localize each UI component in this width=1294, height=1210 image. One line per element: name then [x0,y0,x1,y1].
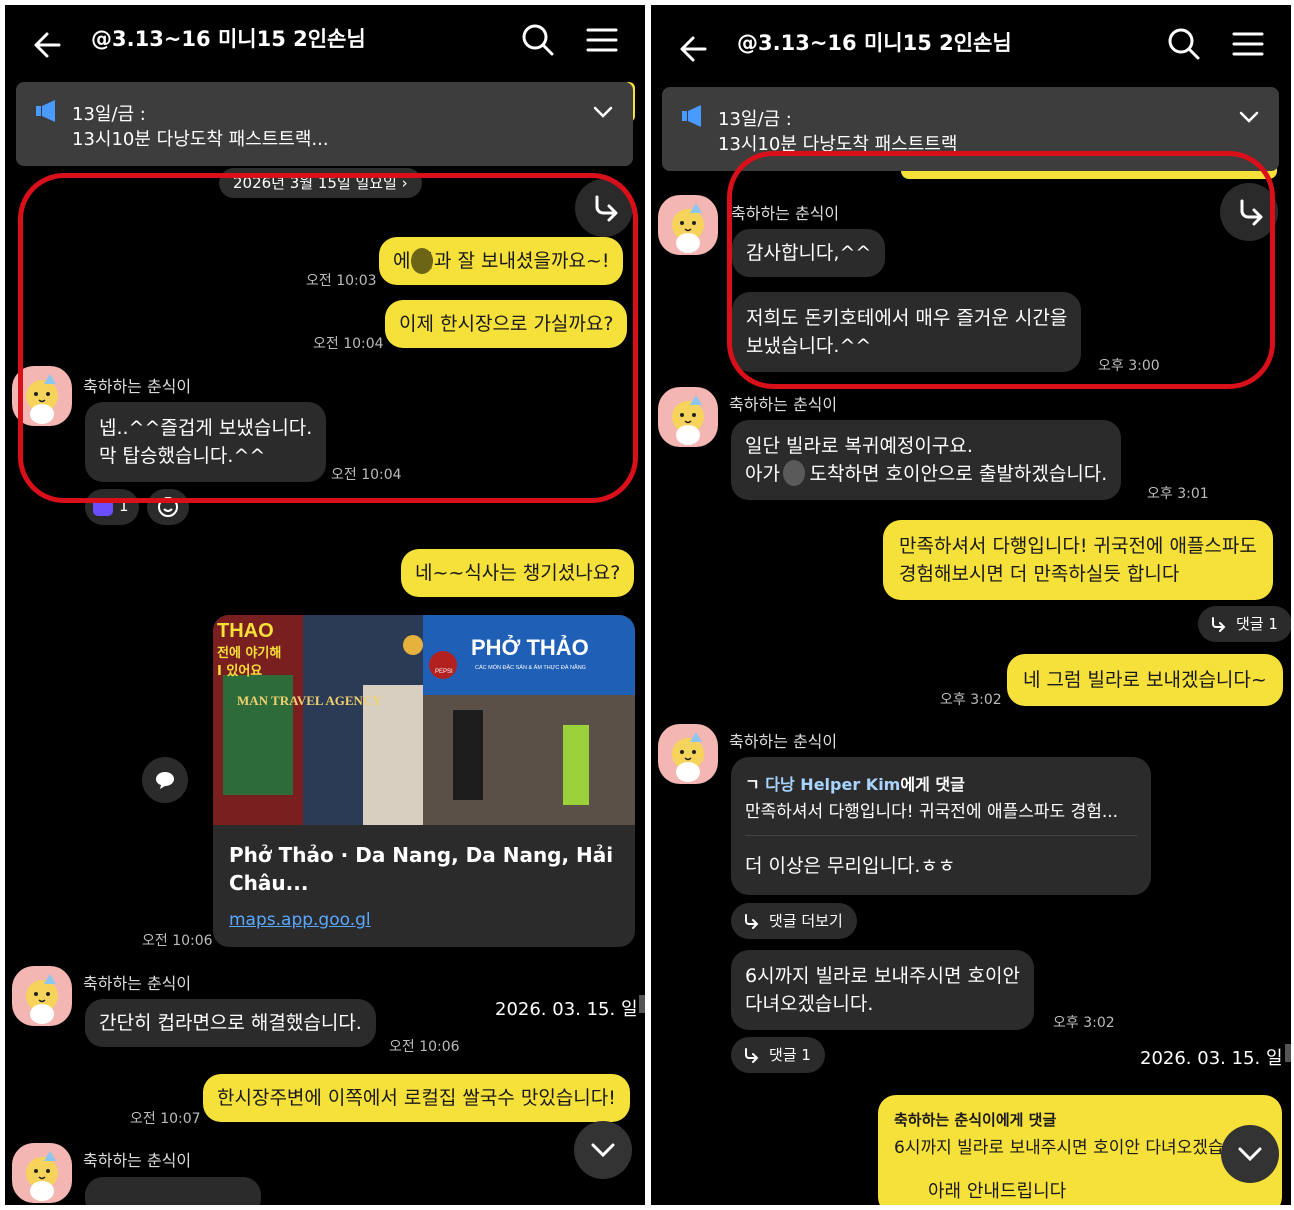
divider [745,835,1137,836]
chevron-down-icon [591,1143,615,1158]
message-time: 오전 10:07 [130,1111,201,1127]
avatar[interactable] [12,966,72,1026]
my-message-bubble[interactable]: 한시장주변에 이쪽에서 로컬집 쌀국수 맛있습니다! [203,1074,630,1122]
chunsik-character-icon [672,732,704,782]
my-message-bubble[interactable]: 네 그럼 빌라로 보내겠습니다~ [1007,654,1283,706]
message-time: 오전 10:06 [142,933,213,949]
date-label: 2026. 03. 15. 일 [1140,1048,1283,1069]
link-url[interactable]: maps.app.goo.gl [229,910,371,930]
reply-arrow-icon [745,1048,759,1063]
reply-message-bubble[interactable]: ㄱ 다낭 Helper Kim에게 댓글 만족하셔서 다행입니다! 귀국전에 애… [731,757,1151,895]
message-time: 오후 3:01 [1147,486,1209,502]
reply-count-chip[interactable]: 댓글 1 [731,1037,825,1073]
image-sign: PHỞ THẢO [471,635,589,660]
comment-button[interactable] [142,757,188,803]
chunsik-character-icon [672,395,704,445]
chevron-down-icon [1238,1147,1262,1162]
message-line: 6시까지 빌라로 보내주시면 호이안 [745,965,1020,987]
sender-name: 축하하는 춘식이 [83,974,192,993]
notice-line1: 13일/금 : [72,104,146,125]
my-message-bubble[interactable]: 네~~식사는 챙기셨나요? [401,549,635,597]
chip-label: 댓글 1 [1236,615,1278,633]
back-arrow-icon[interactable] [29,25,69,65]
link-preview-card[interactable]: PHỞ THẢO CÁC MÓN ĐẶC SẢN & ẨM THỰC ĐÀ NẴ… [213,615,635,947]
reply-body: 더 이상은 무리입니다.ㅎㅎ [745,855,956,877]
reply-header: 축하하는 춘식이에게 댓글 [894,1111,1057,1129]
image-sign: CÁC MÓN ĐẶC SẢN & ẨM THỰC ĐÀ NẴNG [475,664,586,671]
red-highlight-box [727,151,1275,389]
sender-name: 축하하는 춘식이 [729,732,838,751]
scroll-down-button[interactable] [1221,1125,1279,1183]
chat-title: @3.13~16 미니15 2인손님 [91,27,366,51]
back-arrow-icon[interactable] [675,29,715,69]
my-message-bubble[interactable]: 만족하셔서 다행입니다! 귀국전에 애플스파도 경험해보시면 더 만족하실듯 합… [883,520,1273,600]
chat-screen-right: @3.13~16 미니15 2인손님 13일/금 : 13시10분 다낭도착 패… [651,5,1291,1205]
avatar[interactable] [658,724,718,784]
censor-blot [783,460,805,486]
chat-title: @3.13~16 미니15 2인손님 [737,31,1012,55]
chip-label: 댓글 더보기 [769,912,843,930]
reply-target-name: 다낭 Helper Kim [765,775,901,794]
search-icon[interactable] [1165,25,1203,63]
link-title: Phở Thảo · Da Nang, Da Nang, Hải [229,843,614,867]
chat-header: @3.13~16 미니15 2인손님 [651,9,1291,81]
avatar[interactable] [658,387,718,447]
chip-label: 댓글 1 [769,1046,811,1064]
message-line: 경험해보시면 더 만족하실듯 합니다 [899,563,1180,585]
menu-icon[interactable] [583,21,621,59]
menu-icon[interactable] [1229,25,1267,63]
scrollbar-thumb[interactable] [1285,1044,1291,1062]
sender-name: 축하하는 춘식이 [83,1151,192,1170]
red-highlight-box [18,173,638,503]
message-line: 만족하셔서 다행입니다! 귀국전에 애플스파도 [899,535,1257,557]
image-sign: PEPSI [435,669,453,675]
avatar[interactable] [12,1143,72,1203]
chunsik-character-icon [26,1151,58,1201]
reply-arrow-icon [1212,617,1226,632]
received-message-bubble[interactable]: 간단히 컵라면으로 해결했습니다. [85,999,376,1047]
message-time: 오후 3:02 [1053,1015,1115,1031]
message-line: 일단 빌라로 복귀예정이구요. [745,435,973,457]
reply-quote: 만족하셔서 다행입니다! 귀국전에 애플스파도 경험... [745,802,1119,822]
scrollbar-thumb[interactable] [639,995,645,1013]
reply-quote: 6시까지 빌라로 보내주시면 호이안 다녀오겠습 [894,1138,1224,1158]
more-replies-chip[interactable]: 댓글 더보기 [731,903,857,939]
chunsik-character-icon [26,974,58,1024]
image-sign: MAN TRAVEL AGENCY [237,693,382,708]
image-sign: THAO [217,620,274,642]
reply-arrow-icon [745,914,759,929]
chat-header: @3.13~16 미니15 2인손님 [5,5,645,77]
notice-line1: 13일/금 : [718,109,792,130]
message-time: 오후 3:02 [940,692,1002,708]
avatar[interactable] [658,195,718,255]
date-label: 2026. 03. 15. 일 [495,999,638,1020]
scroll-down-button[interactable] [574,1121,632,1179]
megaphone-icon [682,105,701,127]
reply-header: ㄱ 다낭 Helper Kim에게 댓글 [745,771,965,795]
chat-screen-left: @3.13~16 미니15 2인손님 13일/금 : 13시10분 다낭도착 패… [5,5,645,1205]
chunsik-character-icon [672,203,704,253]
image-sign: 전에 야기해 [217,645,281,661]
megaphone-icon [36,100,55,122]
sender-name: 축하하는 춘식이 [729,395,838,414]
link-title: Châu... [229,871,309,895]
chevron-down-icon[interactable] [1237,105,1261,129]
notice-banner[interactable]: 13일/금 : 13시10분 다낭도착 패스트트랙... [16,82,633,166]
reply-suffix: 에게 댓글 [900,775,965,794]
restaurant-photo: PHỞ THẢO CÁC MÓN ĐẶC SẢN & ẨM THỰC ĐÀ NẴ… [213,615,635,825]
speech-bubble-icon [156,772,174,789]
message-line: 다녀오겠습니다. [745,993,874,1015]
received-message-bubble[interactable]: 6시까지 빌라로 보내주시면 호이안 다녀오겠습니다. [731,950,1034,1030]
reply-count-chip[interactable]: 댓글 1 [1198,606,1291,642]
message-time: 오전 10:06 [389,1039,460,1055]
reply-body: 아래 안내드립니다 [928,1181,1067,1202]
reply-prefix: ㄱ [745,775,766,794]
chevron-down-icon[interactable] [591,100,615,124]
image-sign: I 있어요 [217,663,262,679]
search-icon[interactable] [519,21,557,59]
received-message-bubble[interactable] [85,1177,261,1205]
notice-line2: 13시10분 다낭도착 패스트트랙... [72,129,329,150]
